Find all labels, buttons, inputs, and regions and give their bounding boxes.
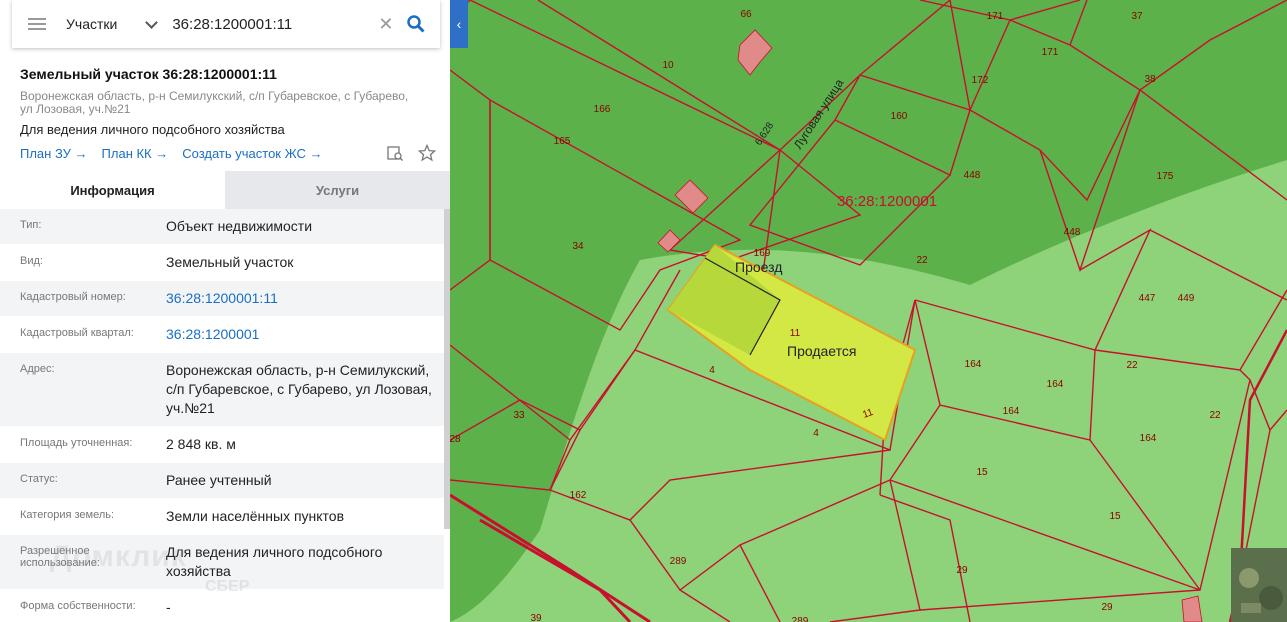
svg-text:10: 10 <box>662 60 674 71</box>
selected-parcel-number: 11 <box>790 328 801 339</box>
cadastral-quarter-link[interactable]: 36:28:1200001 <box>146 317 444 352</box>
svg-text:289: 289 <box>670 556 687 567</box>
satellite-thumbnail-button[interactable] <box>1231 548 1287 622</box>
plan-kk-link[interactable]: План КК → <box>102 146 169 161</box>
chevron-down-icon[interactable] <box>145 15 159 29</box>
svg-text:165: 165 <box>554 136 571 147</box>
svg-text:33: 33 <box>513 410 525 421</box>
svg-text:28: 28 <box>450 434 461 445</box>
row-value: Объект недвижимости <box>146 209 444 244</box>
row-value: Ранее учтенный <box>146 463 444 498</box>
info-row-status: Статус: Ранее учтенный <box>0 463 444 499</box>
search-icon[interactable] <box>407 15 425 33</box>
search-bar: Участки ✕ <box>12 0 440 48</box>
svg-text:22: 22 <box>1126 360 1138 371</box>
for-sale-label: Продается <box>787 343 856 359</box>
svg-text:38: 38 <box>1144 74 1156 85</box>
svg-text:66: 66 <box>740 9 752 20</box>
svg-text:164: 164 <box>965 359 982 370</box>
svg-text:29: 29 <box>1101 602 1113 613</box>
parcel-title: Земельный участок 36:28:1200001:11 <box>20 66 277 82</box>
row-label: Форма собственности: <box>0 590 146 622</box>
clear-icon[interactable]: ✕ <box>378 14 393 35</box>
row-value: Воронежская область, р-н Семилукский, с/… <box>146 353 444 426</box>
row-value: - <box>146 590 444 622</box>
tab-info[interactable]: Информация <box>0 171 225 209</box>
svg-text:162: 162 <box>570 490 587 501</box>
svg-text:15: 15 <box>976 467 988 478</box>
search-type-select[interactable]: Участки <box>66 16 117 32</box>
create-parcel-link[interactable]: Создать участок ЖС → <box>182 146 322 161</box>
row-label: Адрес: <box>0 353 146 426</box>
row-label: Площадь уточненная: <box>0 427 146 462</box>
row-label: Категория земель: <box>0 499 146 534</box>
tab-services[interactable]: Услуги <box>225 171 450 209</box>
svg-text:22: 22 <box>916 255 928 266</box>
info-panel: Участки ✕ Земельный участок 36:28:120000… <box>0 0 450 622</box>
svg-text:448: 448 <box>964 170 981 181</box>
svg-text:160: 160 <box>891 111 908 122</box>
svg-text:39: 39 <box>530 613 542 622</box>
svg-text:447: 447 <box>1139 293 1156 304</box>
svg-text:166: 166 <box>594 104 611 115</box>
svg-text:37: 37 <box>1131 11 1143 22</box>
svg-text:4: 4 <box>709 365 715 376</box>
svg-text:172: 172 <box>972 75 989 86</box>
tab-bar: Информация Услуги <box>0 171 450 209</box>
quarter-label: 36:28:1200001 <box>837 193 937 210</box>
driveway-label: Проезд <box>735 259 782 275</box>
svg-text:171: 171 <box>987 11 1004 22</box>
collapse-panel-button[interactable]: ‹ <box>450 0 468 48</box>
svg-text:164: 164 <box>1003 406 1020 417</box>
search-input[interactable] <box>170 14 375 34</box>
info-row-area: Площадь уточненная: 2 848 кв. м <box>0 427 444 463</box>
svg-text:29: 29 <box>956 565 968 576</box>
row-value: 2 848 кв. м <box>146 427 444 462</box>
svg-text:4: 4 <box>813 428 819 439</box>
row-label: Тип: <box>0 209 146 244</box>
row-label: Вид: <box>0 245 146 280</box>
watermark-logo: Домклик <box>50 540 187 573</box>
watermark-sub: СБЕР <box>205 578 250 595</box>
svg-text:22: 22 <box>1209 410 1221 421</box>
star-icon[interactable] <box>417 143 437 167</box>
map-canvas: 66 171 37 10 171 172 38 166 160 165 175 448 448 3… <box>450 0 1287 622</box>
info-row-address: Адрес: Воронежская область, р-н Семилукск… <box>0 353 444 427</box>
search-doc-icon[interactable] <box>386 144 404 167</box>
svg-text:448: 448 <box>1064 227 1081 238</box>
row-value: Земли населённых пунктов <box>146 499 444 534</box>
svg-text:169: 169 <box>754 248 771 259</box>
parcel-address: Воронежская область, р-н Семилукский, с/… <box>20 89 409 116</box>
cadastral-map[interactable]: 66 171 37 10 171 172 38 166 160 165 175 448 448 3… <box>450 0 1287 622</box>
row-value: Для ведения личного подсобного хозяйства <box>146 535 444 589</box>
svg-text:289: 289 <box>792 616 809 622</box>
info-row-cadastral-quarter: Кадастровый квартал: 36:28:1200001 <box>0 317 444 353</box>
svg-text:449: 449 <box>1178 293 1195 304</box>
svg-text:175: 175 <box>1157 171 1174 182</box>
row-label: Кадастровый номер: <box>0 281 146 316</box>
info-row-type: Тип: Объект недвижимости <box>0 209 444 245</box>
parcel-actions <box>386 143 437 167</box>
row-value: Земельный участок <box>146 245 444 280</box>
cadastral-number-link[interactable]: 36:28:1200001:11 <box>146 281 444 316</box>
info-row-land-category: Категория земель: Земли населённых пункто… <box>0 499 444 535</box>
parcel-purpose: Для ведения личного подсобного хозяйства <box>20 122 285 137</box>
plan-zu-link[interactable]: План ЗУ → <box>20 146 88 161</box>
svg-text:164: 164 <box>1047 379 1064 390</box>
info-row-cadastral-number: Кадастровый номер: 36:28:1200001:11 <box>0 281 444 317</box>
row-label: Статус: <box>0 463 146 498</box>
svg-text:34: 34 <box>572 241 584 252</box>
info-row-kind: Вид: Земельный участок <box>0 245 444 281</box>
menu-icon[interactable] <box>28 18 46 30</box>
row-label: Кадастровый квартал: <box>0 317 146 352</box>
dark-green-zone <box>450 0 1287 622</box>
svg-text:164: 164 <box>1140 433 1157 444</box>
svg-text:171: 171 <box>1042 47 1059 58</box>
svg-text:15: 15 <box>1109 511 1121 522</box>
parcel-links: План ЗУ → План КК → Создать участок ЖС → <box>20 146 322 161</box>
